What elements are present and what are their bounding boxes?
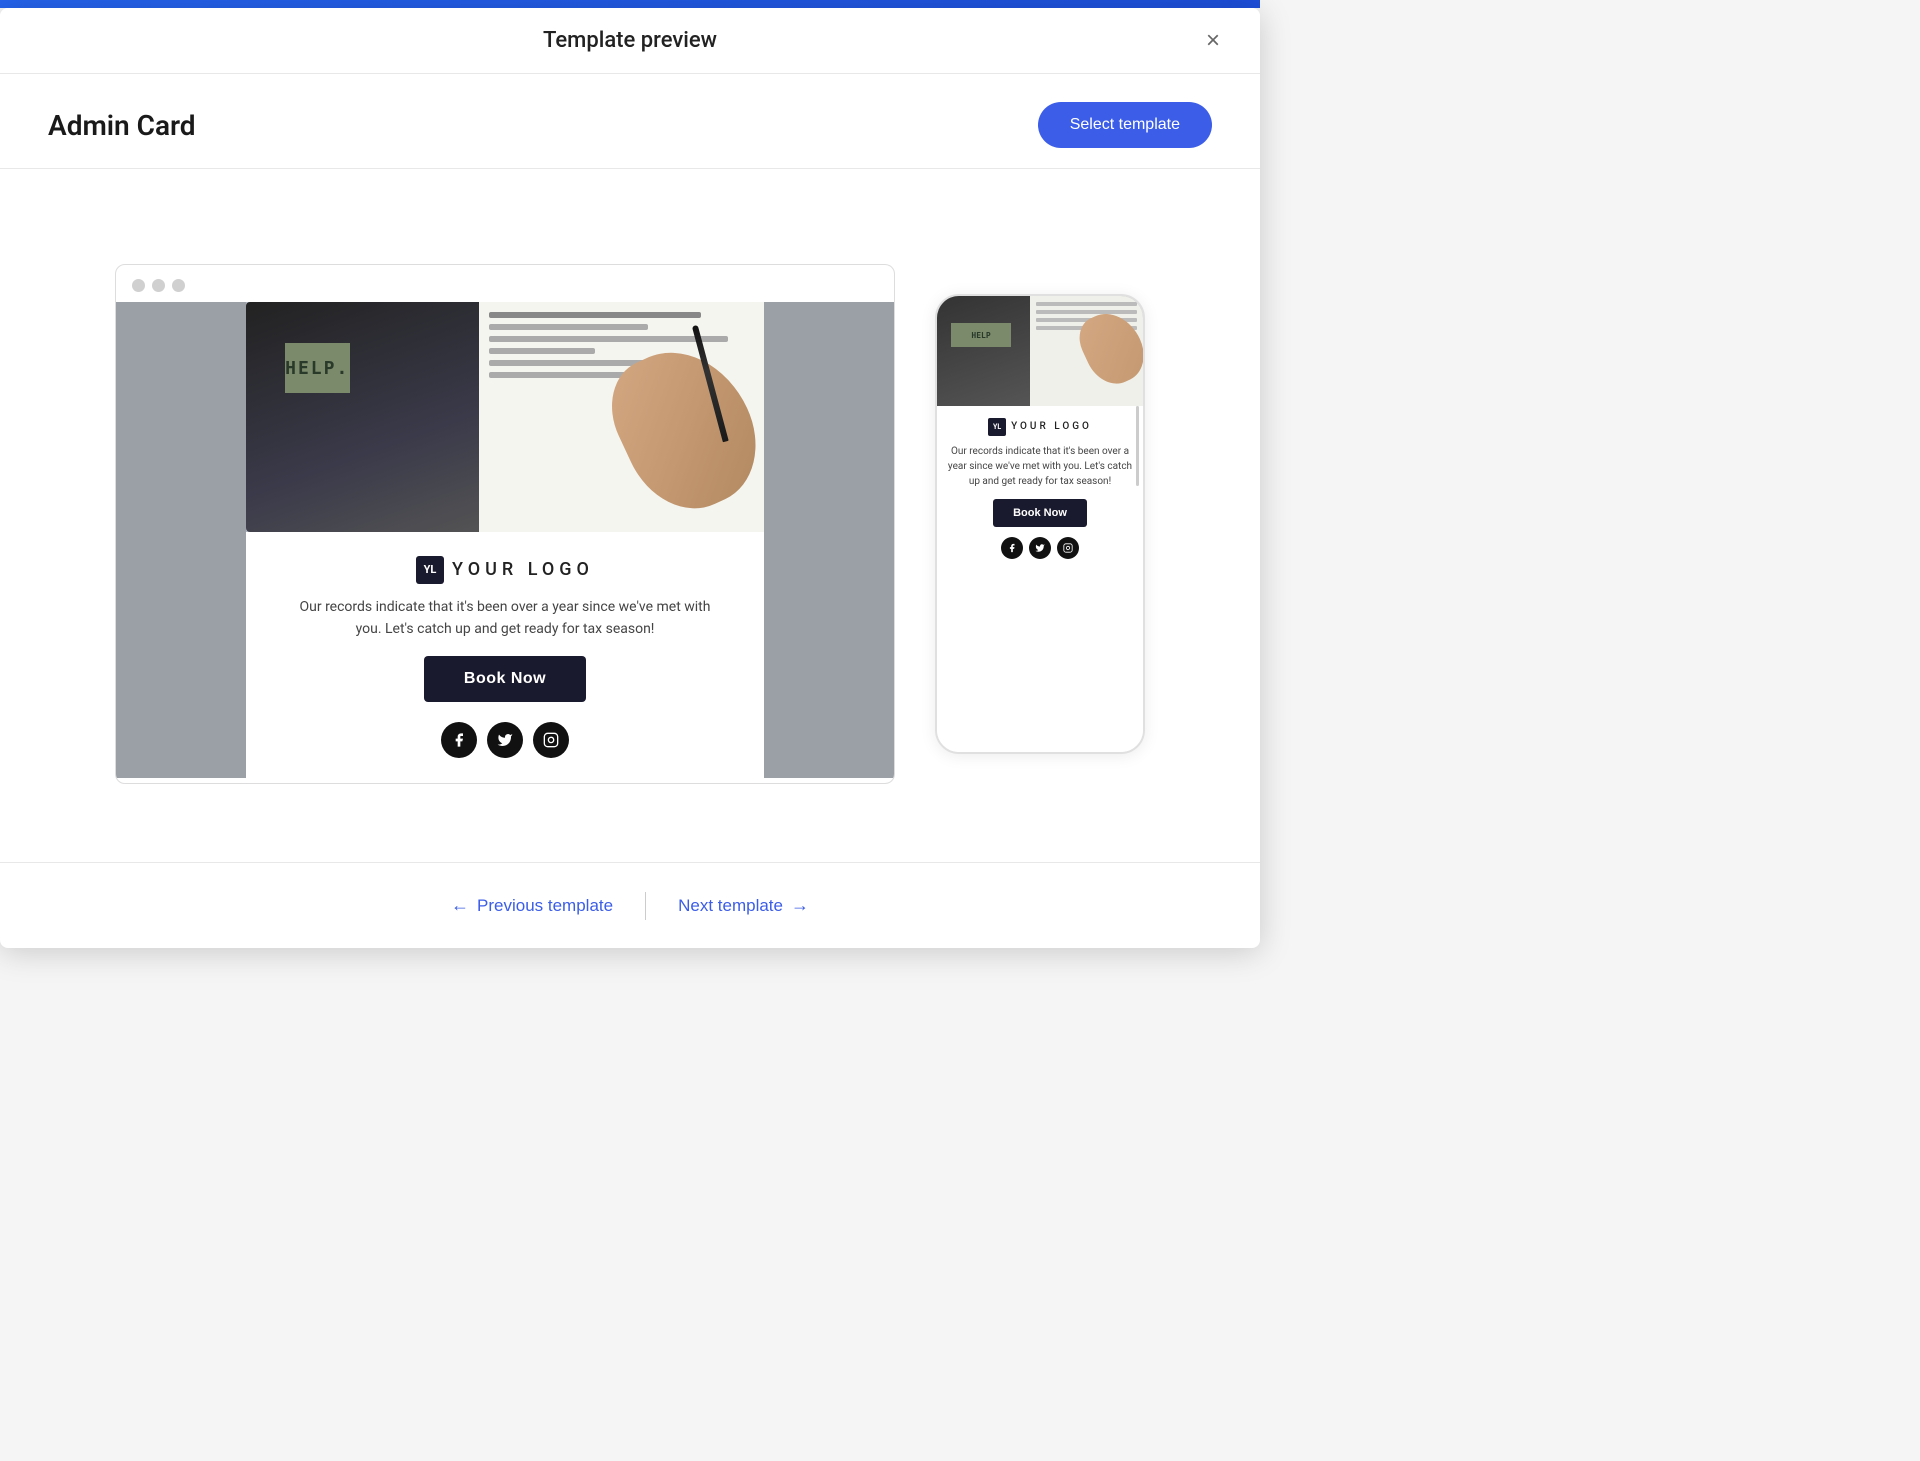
email-layout: HELP. — [116, 302, 894, 779]
form-line-4 — [489, 348, 595, 354]
mobile-tax-form — [1030, 296, 1143, 406]
next-template-label: Next template — [678, 896, 783, 916]
previous-template-label: Previous template — [477, 896, 613, 916]
calc-display: HELP. — [285, 343, 350, 394]
mobile-body-text: Our records indicate that it's been over… — [947, 444, 1133, 489]
next-template-button[interactable]: Next template → — [646, 887, 841, 924]
modal-footer: ← Previous template Next template → — [0, 862, 1260, 948]
logo-area: YL YOUR LOGO — [416, 556, 594, 584]
mobile-body: YL YOUR LOGO Our records indicate that i… — [937, 406, 1143, 752]
facebook-icon — [441, 722, 477, 758]
mobile-hero-inner: HELP — [937, 296, 1143, 406]
form-line-2 — [489, 324, 648, 330]
main-content: HELP. — [0, 169, 1260, 862]
modal-header: Template preview × — [0, 8, 1260, 74]
close-button[interactable]: × — [1198, 25, 1228, 57]
mobile-book-now-button[interactable]: Book Now — [993, 499, 1087, 527]
email-center: HELP. — [246, 302, 764, 779]
logo-badge: YL — [416, 556, 444, 584]
logo-text: YOUR LOGO — [452, 559, 594, 580]
modal-container: Template preview × Admin Card Select tem… — [0, 8, 1260, 948]
form-line-1 — [489, 312, 701, 318]
browser-dot-3 — [172, 279, 185, 292]
social-icons — [441, 722, 569, 758]
mfl-1 — [1036, 302, 1137, 306]
tax-form-bg — [479, 302, 764, 532]
mobile-instagram-icon — [1057, 537, 1079, 559]
modal-title: Template preview — [543, 28, 717, 53]
mfl-2 — [1036, 310, 1137, 314]
book-now-button[interactable]: Book Now — [424, 656, 586, 702]
instagram-icon — [533, 722, 569, 758]
right-sidebar — [764, 302, 894, 779]
browser-dot-2 — [152, 279, 165, 292]
mobile-twitter-icon — [1029, 537, 1051, 559]
calculator-bg: HELP. — [246, 302, 505, 532]
mobile-hero-image: HELP — [937, 296, 1143, 406]
form-line-6 — [489, 372, 635, 378]
form-line-3 — [489, 336, 727, 342]
mobile-social-icons — [1001, 537, 1079, 559]
hero-image: HELP. — [246, 302, 764, 532]
email-body-text: Our records indicate that it's been over… — [265, 596, 745, 657]
previous-template-button[interactable]: ← Previous template — [419, 887, 645, 924]
twitter-icon — [487, 722, 523, 758]
arrow-left-icon: ← — [451, 895, 469, 916]
mobile-logo-area: YL YOUR LOGO — [988, 418, 1092, 436]
mobile-facebook-icon — [1001, 537, 1023, 559]
browser-dot-1 — [132, 279, 145, 292]
mobile-calculator: HELP — [937, 296, 1030, 406]
template-name: Admin Card — [48, 109, 196, 142]
arrow-right-icon: → — [791, 895, 809, 916]
mobile-preview: HELP YL Y — [935, 294, 1145, 754]
select-template-button[interactable]: Select template — [1038, 102, 1212, 148]
mobile-scrollbar — [1136, 406, 1139, 486]
mobile-logo-text: YOUR LOGO — [1011, 421, 1092, 432]
mobile-logo-badge: YL — [988, 418, 1006, 436]
desktop-preview: HELP. — [115, 264, 895, 784]
sub-header: Admin Card Select template — [0, 74, 1260, 169]
mobile-calc-display: HELP — [951, 323, 1011, 347]
top-nav-bar — [0, 0, 1260, 8]
left-sidebar — [116, 302, 246, 779]
browser-dots — [116, 265, 894, 302]
